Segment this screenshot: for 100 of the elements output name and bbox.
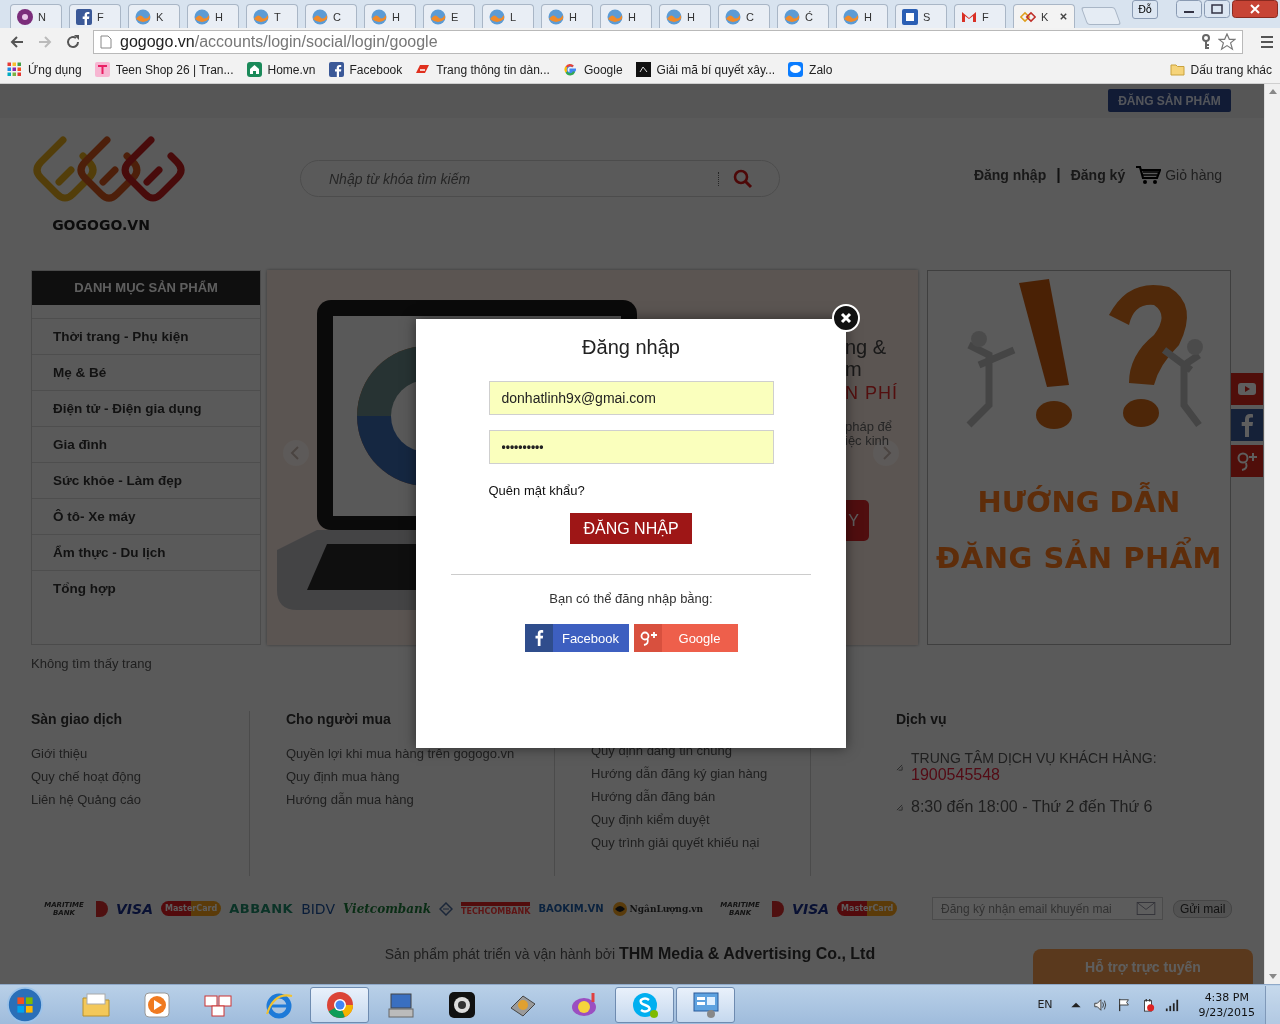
- facebook-icon: [328, 62, 344, 77]
- emblem-icon: [439, 901, 454, 916]
- browser-tab[interactable]: N: [10, 4, 62, 28]
- browser-tab[interactable]: C: [305, 4, 357, 28]
- globe-icon: [312, 8, 328, 25]
- new-tab-button[interactable]: [1080, 7, 1122, 25]
- google-plus-icon[interactable]: [1231, 445, 1263, 477]
- speaker-icon[interactable]: [1092, 997, 1107, 1012]
- password-field[interactable]: ••••••••••: [488, 430, 774, 464]
- browser-tab[interactable]: F: [954, 4, 1006, 28]
- signal-icon[interactable]: [1164, 997, 1179, 1012]
- menu-icon[interactable]: [1259, 34, 1275, 50]
- dialog-title: Đăng nhập: [582, 336, 680, 359]
- scroll-down-icon[interactable]: [1268, 974, 1277, 979]
- bookmark-folder[interactable]: Dấu trang khác: [1169, 62, 1272, 77]
- browser-tab[interactable]: C: [718, 4, 770, 28]
- browser-tab[interactable]: S: [895, 4, 947, 28]
- close-icon[interactable]: [1059, 12, 1068, 21]
- home-icon: [246, 62, 262, 77]
- folder-icon: [1169, 62, 1185, 77]
- video-icon[interactable]: [1231, 373, 1263, 405]
- key-icon[interactable]: [1200, 34, 1212, 50]
- control-panel-icon: [690, 989, 721, 1020]
- bank-logo: ABBANK: [229, 901, 294, 916]
- cart-icon[interactable]: [1135, 165, 1162, 185]
- t-shape-icon: [94, 62, 110, 77]
- bullet-icon: [896, 803, 903, 811]
- chat-bubble-icon: [788, 62, 804, 77]
- bookmark[interactable]: Ứng dụng: [7, 62, 82, 77]
- facebook-icon: [524, 624, 553, 652]
- bookmark[interactable]: Zalo: [788, 62, 833, 77]
- globe-icon: [666, 8, 682, 25]
- card-logo: MasterCard: [160, 901, 222, 916]
- facebook-icon: [76, 8, 92, 25]
- browser-tab[interactable]: F: [69, 4, 121, 28]
- language-indicator[interactable]: EN: [1037, 998, 1053, 1011]
- facebook-icon[interactable]: [1231, 409, 1263, 441]
- card-logo: VISA: [116, 900, 153, 917]
- globe-icon: [194, 8, 210, 25]
- back-icon[interactable]: [9, 34, 25, 50]
- browser-tab[interactable]: H: [600, 4, 652, 28]
- search-icon[interactable]: [733, 168, 753, 189]
- swirl-icon: [611, 900, 628, 917]
- clock[interactable]: 4:38 PM 9/23/2015: [1198, 989, 1255, 1020]
- banner-text: ng &: [845, 336, 887, 358]
- square-icon: [902, 8, 918, 25]
- address-bar[interactable]: gogogo.vn/accounts/login/social/login/google: [93, 30, 1243, 54]
- bookmark[interactable]: Trang thông tin dàn...: [415, 62, 550, 77]
- dark-square-icon: [635, 62, 651, 77]
- bookmark[interactable]: Giải mã bí quyết xây...: [635, 62, 776, 77]
- browser-tab[interactable]: H: [364, 4, 416, 28]
- browser-tab[interactable]: L: [482, 4, 534, 28]
- browser-tab[interactable]: T: [246, 4, 298, 28]
- globe-icon: [784, 8, 800, 25]
- reload-icon[interactable]: [65, 34, 81, 50]
- google-icon: [562, 62, 578, 77]
- social-login-prompt: Bạn có thể đăng nhập bằng:: [549, 591, 713, 606]
- star-icon[interactable]: [1218, 33, 1236, 51]
- bullet-icon: [896, 763, 903, 771]
- not-found-text: Không tìm thấy trang: [31, 656, 153, 671]
- browser-tab[interactable]: E: [423, 4, 475, 28]
- hours-text: 8:30 đến 18:00 - Thứ 2 đến Thứ 6: [911, 798, 1153, 816]
- bookmark[interactable]: Facebook: [328, 62, 403, 77]
- browser-tab[interactable]: K: [128, 4, 180, 28]
- browser-tab[interactable]: H: [659, 4, 711, 28]
- maximize-icon[interactable]: [1204, 0, 1230, 18]
- card-logo: MasterCard: [837, 901, 898, 916]
- browser-tab[interactable]: H: [541, 4, 593, 28]
- start-button[interactable]: [6, 985, 44, 1024]
- email-field[interactable]: donhatlinh9x@gmai.com: [488, 381, 774, 415]
- show-desktop-button[interactable]: [1265, 985, 1280, 1024]
- globe-icon: [489, 8, 505, 25]
- bank-logo: Vietcombank: [343, 901, 432, 916]
- bookmark[interactable]: Google: [562, 62, 623, 77]
- minimize-icon[interactable]: [1176, 0, 1202, 18]
- banner-text: N PHÍ: [845, 382, 898, 405]
- forgot-password-link[interactable]: Quên mật khẩu?: [488, 483, 585, 498]
- facebook-login-button[interactable]: Facebook: [524, 624, 629, 652]
- globe-icon: [430, 8, 446, 25]
- bookmark[interactable]: Home.vn: [246, 62, 316, 77]
- bookmark[interactable]: Teen Shop 26 | Tran...: [94, 62, 234, 77]
- scroll-up-icon[interactable]: [1268, 89, 1277, 94]
- profile-button[interactable]: Đỗ: [1132, 0, 1158, 19]
- close-icon[interactable]: [1232, 0, 1278, 18]
- browser-tab[interactable]: H: [836, 4, 888, 28]
- flag-icon[interactable]: [1116, 997, 1131, 1012]
- payment-logo: NgânLượng.vn: [629, 903, 704, 914]
- circle-logo-icon: [17, 8, 33, 25]
- google-plus-icon: [633, 624, 662, 652]
- browser-tab[interactable]: Ć: [777, 4, 829, 28]
- bank-logo: BIDV: [301, 900, 335, 917]
- browser-tab[interactable]: K: [1013, 4, 1075, 28]
- login-button[interactable]: ĐĂNG NHẬP: [570, 513, 692, 544]
- page-icon: [100, 35, 112, 49]
- browser-tab[interactable]: H: [187, 4, 239, 28]
- camera-icon: [446, 989, 477, 1020]
- separator: |: [1056, 166, 1061, 184]
- bank-logo: TECHCOMBANK: [461, 901, 531, 916]
- globe-icon: [135, 8, 151, 25]
- footer-heading: Dịch vụ: [896, 711, 947, 728]
